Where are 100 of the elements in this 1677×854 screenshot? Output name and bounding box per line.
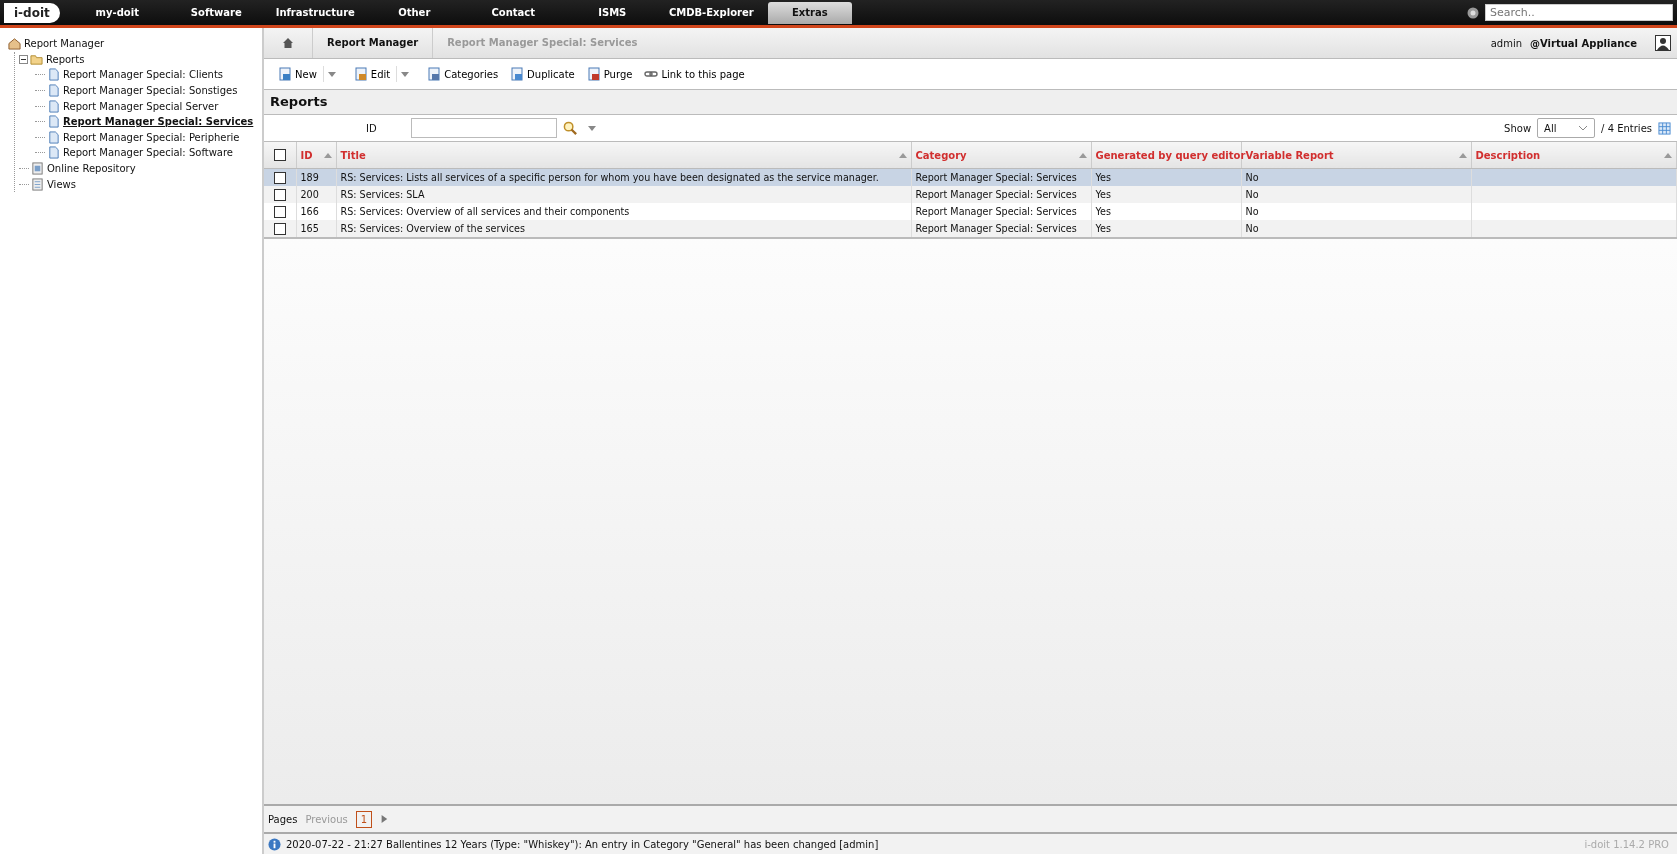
document-icon (47, 68, 60, 82)
tenant-name[interactable]: @Virtual Appliance (1530, 37, 1637, 49)
table-cell: Report Manager Special: Services (915, 223, 1077, 234)
toolbar-button[interactable]: Purge (580, 67, 639, 81)
table-cell: RS: Services: Overview of all services and their components (340, 206, 630, 217)
toolbar-button[interactable]: Link to this page (638, 67, 751, 81)
sort-icon[interactable] (323, 152, 332, 158)
toolbar-button[interactable]: New (272, 67, 323, 81)
house-icon (8, 37, 21, 51)
breadcrumb-link[interactable]: Report Manager (312, 28, 433, 58)
status-message: 2020-07-22 - 21:27 Ballentines 12 Years (Type: "Whiskey"): An entry in Category "General" has been changed [admin] (286, 838, 879, 850)
help-icon[interactable] (1467, 6, 1479, 19)
table-cell: No (1245, 206, 1259, 217)
tree-item[interactable]: Online Repository (47, 163, 136, 175)
table-cell: Yes (1095, 223, 1111, 234)
filter-label: ID (366, 122, 377, 134)
show-label: Show (1504, 122, 1532, 134)
row-checkbox[interactable] (273, 171, 286, 184)
nav-tab[interactable]: Infrastructure (265, 1, 365, 24)
document-icon (278, 67, 292, 81)
entries-count: / 4 Entries (1601, 122, 1652, 134)
show-select[interactable]: All (1537, 118, 1596, 138)
column-header[interactable]: Title (340, 149, 366, 161)
sort-icon[interactable] (1664, 152, 1672, 158)
table-cell: Report Manager Special: Services (915, 206, 1077, 217)
table-cell: No (1245, 172, 1259, 183)
page-button[interactable]: 1 (355, 810, 373, 828)
column-header[interactable]: Variable Report (1245, 149, 1334, 161)
document-icon (47, 99, 60, 113)
nav-tab[interactable]: my-doit (67, 1, 167, 24)
table-cell: 189 (300, 172, 319, 183)
row-checkbox[interactable] (273, 205, 286, 218)
chevron-down-icon[interactable] (1578, 125, 1589, 131)
tree-item[interactable]: Report Manager Special Server (63, 100, 219, 112)
table-icon[interactable] (1658, 121, 1671, 135)
user-name[interactable]: admin (1490, 37, 1523, 49)
sort-icon[interactable] (1078, 152, 1087, 158)
table-cell: 166 (300, 206, 319, 217)
next-page-icon[interactable] (380, 814, 389, 824)
toolbar-button[interactable]: Categories (421, 67, 505, 81)
table-cell: 165 (300, 223, 319, 234)
nav-tab[interactable]: CMDB-Explorer (661, 1, 761, 24)
logo[interactable]: i-doit (4, 2, 60, 23)
document-icon (47, 146, 60, 160)
caret-icon[interactable] (401, 71, 410, 77)
table-cell: 200 (300, 189, 319, 200)
tree-item[interactable]: Report Manager Special: Peripherie (63, 131, 240, 143)
column-header[interactable]: ID (300, 149, 313, 161)
folder-icon (30, 52, 43, 66)
sort-icon[interactable] (1458, 152, 1467, 158)
id-filter-field[interactable] (410, 118, 557, 138)
table-cell: Yes (1095, 189, 1111, 200)
table-cell: No (1245, 223, 1259, 234)
column-header[interactable]: Generated by query editor (1095, 149, 1246, 161)
caret-icon[interactable] (327, 71, 336, 77)
table-cell: Yes (1095, 206, 1111, 217)
nav-tab[interactable]: Extras (767, 1, 852, 24)
table-cell: RS: Services: Overview of the services (340, 223, 525, 234)
sort-icon[interactable] (898, 152, 907, 158)
tree-item[interactable]: Reports (46, 53, 85, 65)
table-cell: Report Manager Special: Services (915, 172, 1077, 183)
tree-item[interactable]: Report Manager Special: Services (63, 116, 254, 128)
search-field[interactable]: Search.. (1485, 4, 1673, 21)
nav-tab[interactable]: Software (166, 1, 266, 24)
table-row[interactable]: 166 RS: Services: Overview of all services and their components Report Manager Special: Services Yes No (264, 203, 1677, 220)
table-cell: Yes (1095, 172, 1111, 183)
tree-item[interactable]: Report Manager Special: Clients (63, 69, 224, 81)
nav-tab[interactable]: ISMS (562, 1, 662, 24)
collapse-icon[interactable] (19, 54, 28, 64)
table-row[interactable]: 165 RS: Services: Overview of the services Report Manager Special: Services Yes No (264, 220, 1677, 238)
select-all-checkbox[interactable] (273, 149, 286, 161)
version-label: i-doit 1.14.2 PRO (1584, 838, 1669, 850)
home-icon[interactable] (282, 37, 294, 49)
pages-label: Pages (268, 813, 298, 825)
row-checkbox[interactable] (273, 188, 286, 201)
table-cell: No (1245, 189, 1259, 200)
table-cell: RS: Services: Lists all services of a specific person for whom you have been designated as the service manager. (340, 172, 879, 183)
document-icon (47, 130, 60, 144)
caret-icon[interactable] (587, 125, 596, 131)
table-row[interactable]: 189 RS: Services: Lists all services of a specific person for whom you have been designated as the service manager. Report Manager Special: Services Yes No (264, 168, 1677, 186)
toolbar-button[interactable]: Edit (347, 67, 397, 81)
nav-tab[interactable]: Other (364, 1, 464, 24)
server-icon (31, 162, 44, 176)
table-cell: Report Manager Special: Services (915, 189, 1077, 200)
tree-item[interactable]: Report Manager Special: Sonstiges (63, 85, 238, 97)
column-header[interactable]: Description (1475, 149, 1541, 161)
avatar-icon[interactable] (1655, 35, 1671, 51)
list-icon (31, 177, 44, 191)
document-icon (47, 84, 60, 98)
tree-item[interactable]: Report Manager Special: Software (63, 147, 233, 159)
search-icon[interactable] (562, 120, 578, 136)
row-checkbox[interactable] (273, 222, 286, 235)
column-header[interactable]: Category (915, 149, 967, 161)
tree-item[interactable]: Views (47, 178, 76, 190)
info-icon (268, 837, 281, 851)
table-row[interactable]: 200 RS: Services: SLA Report Manager Special: Services Yes No (264, 186, 1677, 203)
toolbar-button[interactable]: Duplicate (504, 67, 581, 81)
nav-tab[interactable]: Contact (463, 1, 563, 24)
tree-item[interactable]: Report Manager (24, 38, 105, 50)
document-icon (47, 115, 60, 129)
